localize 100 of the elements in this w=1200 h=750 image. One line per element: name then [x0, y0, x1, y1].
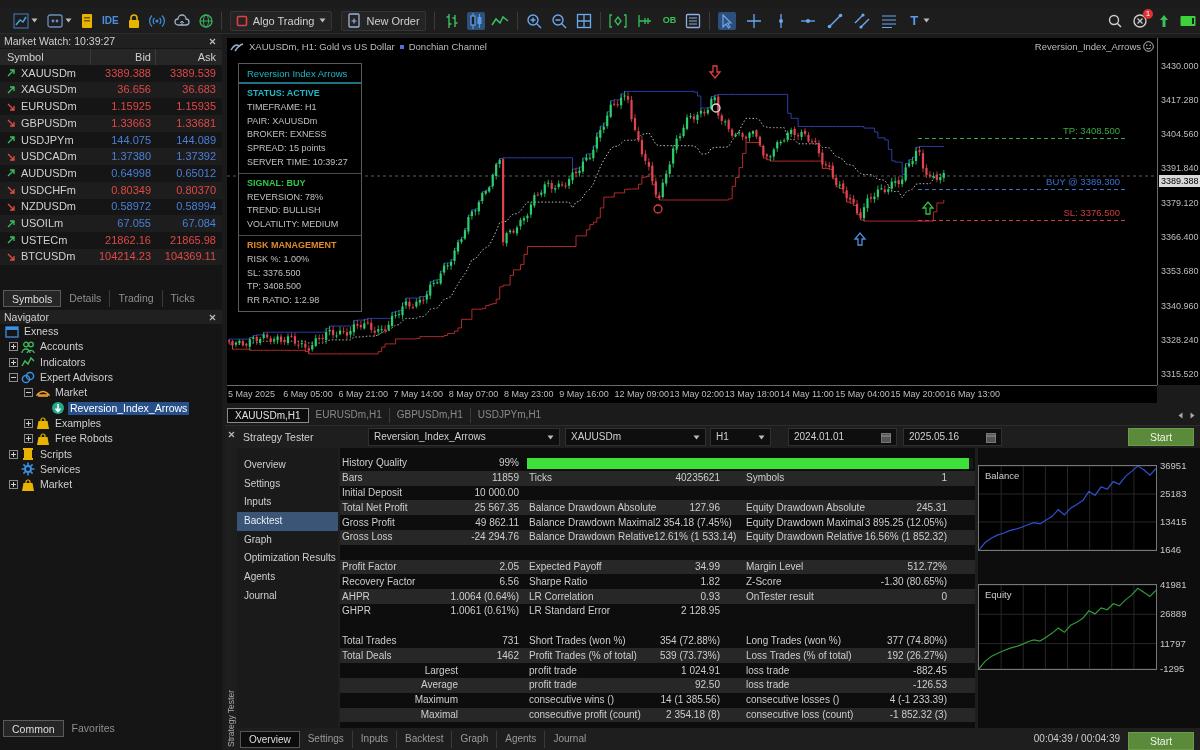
- caret-icon[interactable]: [319, 18, 327, 23]
- tester-tab[interactable]: Journal: [544, 731, 595, 748]
- close-icon[interactable]: [209, 313, 216, 321]
- plus-box-icon[interactable]: [9, 480, 18, 490]
- crosshair-icon[interactable]: [745, 11, 764, 30]
- tester-tab[interactable]: Overview: [240, 731, 300, 748]
- date-field[interactable]: 2024.01.01: [788, 428, 897, 446]
- nav-item[interactable]: Settings: [237, 474, 338, 494]
- cursor-icon[interactable]: [718, 11, 737, 30]
- column-header[interactable]: Ask: [155, 49, 222, 65]
- candlestick-icon[interactable]: [466, 11, 485, 30]
- stat-value: 512.72%: [907, 560, 947, 573]
- zoom-out-icon[interactable]: [550, 12, 567, 29]
- zoom-in-icon[interactable]: [525, 12, 542, 29]
- nav-item[interactable]: Overview: [237, 456, 338, 475]
- plus-box-icon[interactable]: [9, 342, 18, 352]
- tester-tab[interactable]: Agents: [496, 731, 545, 748]
- ide-button[interactable]: IDE: [102, 14, 119, 27]
- info-line: SERVER TIME: 10:39:27: [247, 156, 349, 169]
- dropdown[interactable]: XAUUSDm: [565, 428, 706, 446]
- algo-trading-button[interactable]: Algo Trading: [229, 10, 333, 31]
- tree-item[interactable]: Market: [53, 386, 90, 400]
- plus-box-icon[interactable]: [24, 418, 33, 428]
- tree-item[interactable]: Reversion_Index_Arrows: [68, 401, 190, 415]
- caret-icon[interactable]: [65, 18, 72, 23]
- trend-line-icon[interactable]: [826, 11, 845, 30]
- panel-tab[interactable]: Favorites: [63, 720, 123, 737]
- tree-item[interactable]: Examples: [53, 416, 104, 430]
- tree-item[interactable]: Accounts: [38, 340, 86, 354]
- chart-shift-icon[interactable]: [635, 12, 654, 29]
- document-icon[interactable]: [81, 12, 93, 29]
- dropdown[interactable]: Reversion_Index_Arrows: [368, 428, 560, 446]
- chart-tab[interactable]: EURUSDm,H1: [308, 407, 389, 423]
- stat-value: 1.0064 (0.64%): [450, 590, 519, 603]
- grid-icon[interactable]: [575, 12, 592, 29]
- new-order-button[interactable]: New Order: [341, 10, 426, 31]
- lock-icon[interactable]: [127, 12, 140, 29]
- caret-icon[interactable]: [923, 18, 931, 23]
- stat-label: consecutive loss (count): [746, 708, 854, 721]
- tester-tab[interactable]: Inputs: [351, 731, 397, 748]
- chart-tab[interactable]: XAUUSDm,H1: [227, 407, 309, 423]
- time-axis-label: 15 May 04:00: [835, 389, 890, 400]
- globe-icon[interactable]: [198, 13, 213, 28]
- panel-tab[interactable]: Trading: [109, 290, 162, 307]
- nav-item[interactable]: Optimization Results: [237, 549, 338, 569]
- panel-tab[interactable]: Ticks: [161, 290, 203, 307]
- start-button[interactable]: Start: [1128, 732, 1194, 750]
- tester-tab[interactable]: Settings: [299, 731, 352, 748]
- tree-item[interactable]: Exness: [22, 325, 61, 339]
- tree-item[interactable]: Scripts: [38, 447, 75, 461]
- column-header[interactable]: Bid: [90, 49, 155, 65]
- minus-box-icon[interactable]: [24, 388, 33, 398]
- plus-box-icon[interactable]: [9, 449, 18, 459]
- search-icon[interactable]: [1108, 13, 1122, 28]
- chart-tab[interactable]: GBPUSDm,H1: [388, 407, 470, 423]
- list-icon[interactable]: [685, 12, 702, 29]
- nav-item[interactable]: Journal: [237, 586, 338, 606]
- caret-icon[interactable]: [547, 434, 554, 440]
- chart-tab[interactable]: USDJPYm,H1: [469, 407, 549, 423]
- tree-item[interactable]: Indicators: [38, 355, 88, 369]
- caret-icon[interactable]: [31, 18, 38, 23]
- cloud-icon[interactable]: [173, 12, 190, 29]
- scroll-left-icon[interactable]: [1178, 411, 1183, 419]
- tester-tab[interactable]: Graph: [451, 731, 497, 748]
- panel-side-tab[interactable]: Strategy Tester: [225, 690, 237, 747]
- tree-item[interactable]: Market: [38, 478, 75, 492]
- plus-box-icon[interactable]: [9, 357, 18, 367]
- order-book-button[interactable]: OB: [662, 15, 677, 26]
- signal-waves-icon[interactable]: [148, 12, 165, 29]
- nav-item[interactable]: Graph: [237, 530, 338, 550]
- stat-label: Gross Loss: [342, 531, 393, 544]
- tree-item[interactable]: Expert Advisors: [38, 371, 115, 385]
- minus-box-icon[interactable]: [9, 373, 18, 383]
- panel-tab[interactable]: Common: [3, 720, 64, 737]
- scroll-right-icon[interactable]: [1190, 411, 1195, 419]
- caret-icon[interactable]: [758, 434, 765, 440]
- robot-face-icon[interactable]: [47, 12, 63, 29]
- tester-tab[interactable]: Backtest: [396, 731, 452, 748]
- plus-box-icon[interactable]: [24, 434, 33, 444]
- autoscroll-icon[interactable]: [608, 12, 627, 29]
- chart-window-icon[interactable]: [13, 12, 29, 29]
- dropdown[interactable]: H1: [710, 428, 771, 446]
- channel-icon[interactable]: [853, 11, 872, 30]
- nav-item[interactable]: Backtest: [237, 512, 338, 531]
- text-tool-button[interactable]: T: [907, 11, 922, 30]
- column-header[interactable]: Symbol: [0, 49, 90, 65]
- nav-item[interactable]: Inputs: [237, 493, 338, 513]
- caret-icon[interactable]: [693, 434, 700, 440]
- panel-tab[interactable]: Details: [61, 290, 110, 307]
- nav-item[interactable]: Agents: [237, 568, 338, 587]
- close-icon[interactable]: [227, 431, 235, 438]
- calendar-icon[interactable]: [986, 431, 996, 443]
- calendar-icon[interactable]: [881, 431, 891, 443]
- date-field[interactable]: 2025.05.16: [903, 428, 1002, 446]
- close-icon[interactable]: [209, 37, 216, 45]
- panel-tab[interactable]: Symbols: [3, 290, 62, 307]
- tree-item[interactable]: Free Robots: [53, 432, 115, 446]
- start-button[interactable]: Start: [1128, 428, 1194, 446]
- battery-icon[interactable]: [1180, 14, 1196, 27]
- tree-item[interactable]: Services: [38, 462, 83, 476]
